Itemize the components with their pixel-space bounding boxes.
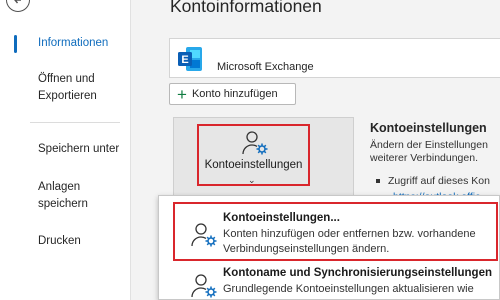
chevron-down-icon: ⌄ xyxy=(248,175,256,185)
section-description: Ändern der Einstellungen weiterer Verbin… xyxy=(370,139,488,165)
nav-item-open-export[interactable]: Öffnen und Exportieren xyxy=(0,71,130,105)
menu-item-title: Kontoname und Synchronisierungseinstellu… xyxy=(223,267,492,279)
nav-item-label: Exportieren xyxy=(38,90,97,102)
menu-item-description: Konten hinzufügen oder entfernen bzw. vo… xyxy=(223,227,476,257)
nav-item-label: Öffnen und xyxy=(38,73,95,85)
bullet-text: Zugriff auf dieses Kon xyxy=(388,175,490,187)
menu-item-desc-line: Grundlegende Kontoeinstellungen aktualis… xyxy=(223,283,474,295)
bullet-icon xyxy=(376,179,380,184)
nav-item-label: speichern xyxy=(38,198,88,210)
nav-divider xyxy=(30,122,120,123)
account-settings-icon xyxy=(242,131,268,155)
nav-item-save-as[interactable]: Speichern unter xyxy=(0,141,130,159)
svg-text:E: E xyxy=(181,54,188,66)
section-title: Kontoeinstellungen xyxy=(370,121,487,135)
add-account-label: Konto hinzufügen xyxy=(191,88,278,100)
account-settings-menu: Kontoeinstellungen... Konten hinzufügen … xyxy=(158,195,500,300)
back-arrow-icon xyxy=(14,0,21,4)
account-settings-icon xyxy=(191,274,217,298)
exchange-logo-icon: E xyxy=(178,47,202,71)
account-settings-icon xyxy=(191,223,217,247)
account-settings-label: Kontoeinstellungen xyxy=(204,159,303,171)
highlight-box: Kontoeinstellungen ⌄ xyxy=(197,124,310,186)
nav-item-label: Informationen xyxy=(38,37,109,49)
description-line: weiterer Verbindungen. xyxy=(370,152,478,164)
nav-item-label: Drucken xyxy=(38,235,81,247)
nav-item-save-attachments[interactable]: Anlagen speichern xyxy=(0,179,130,213)
account-selector[interactable]: E Microsoft Exchange xyxy=(169,38,500,78)
nav-item-informationen[interactable]: Informationen xyxy=(0,35,130,53)
nav-item-print[interactable]: Drucken xyxy=(0,233,130,251)
nav-item-label: Anlagen xyxy=(38,181,81,193)
menu-item-account-name-sync[interactable]: Kontoname und Synchronisierungseinstellu… xyxy=(159,265,499,299)
menu-item-desc-line: Verbindungseinstellungen ändern. xyxy=(223,243,390,255)
menu-item-account-settings[interactable]: Kontoeinstellungen... Konten hinzufügen … xyxy=(173,202,498,261)
add-account-button[interactable]: + Konto hinzufügen xyxy=(169,83,296,105)
nav-item-label: Speichern unter xyxy=(38,143,120,155)
account-settings-button[interactable]: Kontoeinstellungen ⌄ xyxy=(173,117,354,199)
page-title: Kontoinformationen xyxy=(170,0,322,16)
backstage-sidebar: Informationen Öffnen und Exportieren Spe… xyxy=(0,0,131,300)
description-line: Ändern der Einstellungen xyxy=(370,139,488,151)
back-button[interactable] xyxy=(6,0,30,12)
menu-item-desc-line: Konten hinzufügen oder entfernen bzw. vo… xyxy=(223,228,476,240)
bullet-item: Zugriff auf dieses Kon xyxy=(376,175,490,187)
menu-item-title: Kontoeinstellungen... xyxy=(223,212,340,224)
account-name: Microsoft Exchange xyxy=(217,61,314,73)
plus-icon: + xyxy=(177,84,187,104)
